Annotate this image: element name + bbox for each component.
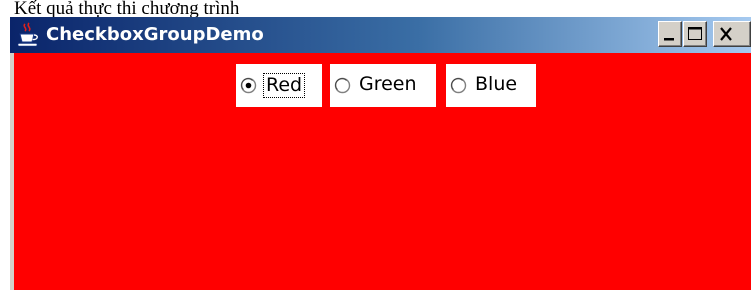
close-icon xyxy=(720,27,732,41)
app-window: CheckboxGroupDemo Red Green Blue xyxy=(10,17,751,290)
close-button[interactable] xyxy=(713,21,751,47)
radio-label-red: Red xyxy=(263,73,306,98)
maximize-button[interactable] xyxy=(683,21,707,47)
page-caption: Kết quả thực thi chương trình xyxy=(14,0,240,18)
window-title: CheckboxGroupDemo xyxy=(46,24,264,45)
title-bar[interactable]: CheckboxGroupDemo xyxy=(10,17,751,53)
radio-checked-icon xyxy=(240,77,257,94)
minimize-button[interactable] xyxy=(658,21,682,47)
radio-label-blue: Blue xyxy=(475,73,518,95)
radio-unchecked-icon xyxy=(450,77,467,94)
maximize-icon xyxy=(688,27,702,40)
color-panel: Red Green Blue xyxy=(14,53,751,290)
radio-red[interactable]: Red xyxy=(236,64,322,107)
radio-green[interactable]: Green xyxy=(330,64,436,107)
minimize-icon xyxy=(664,38,674,41)
radio-blue[interactable]: Blue xyxy=(446,64,536,107)
radio-unchecked-icon xyxy=(334,77,351,94)
java-coffee-cup-icon[interactable] xyxy=(16,22,40,48)
radio-label-green: Green xyxy=(359,73,417,95)
